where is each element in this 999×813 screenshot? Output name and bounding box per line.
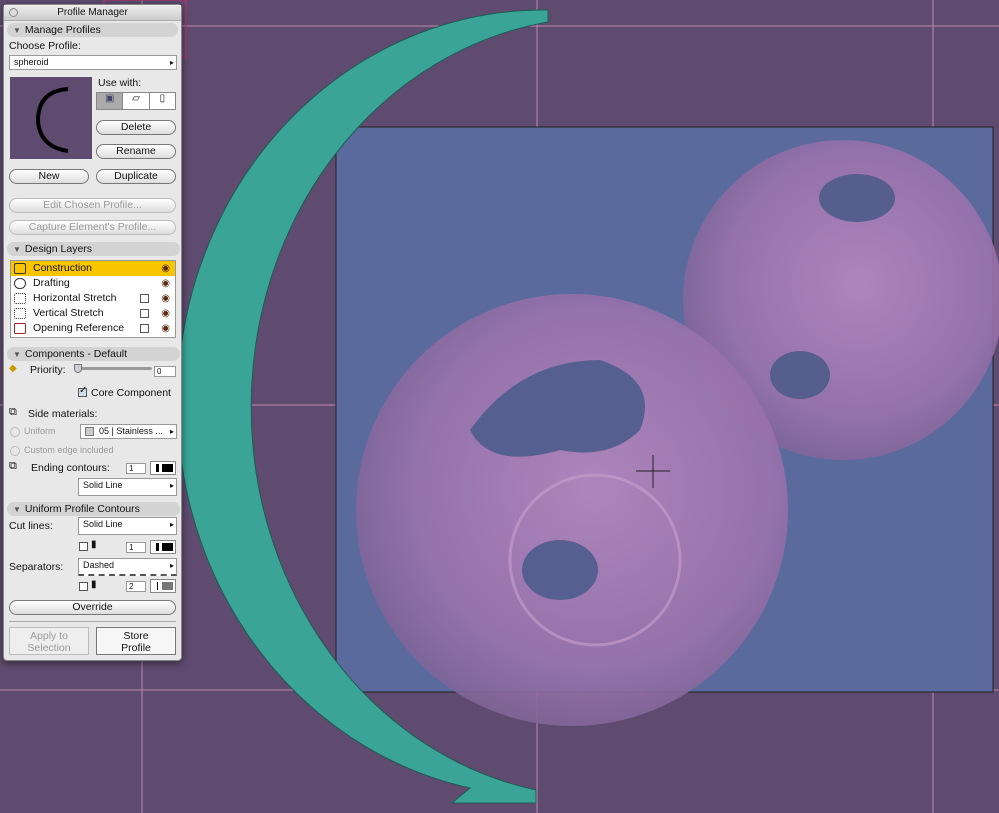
eye-icon[interactable]: ◉ [161,306,170,321]
store-profile-button[interactable]: Store Profile [96,627,176,655]
layer-drafting[interactable]: Drafting ◉ [11,276,175,291]
layers-list: Construction ◉ Drafting ◉ Horizontal Stret… [10,260,176,338]
disclosure-icon: ▼ [13,245,21,254]
layer-label: Construction [33,262,92,274]
layer-label: Vertical Stretch [33,307,104,319]
separator-line-weight[interactable] [150,579,176,593]
override-button[interactable]: Override [9,600,176,615]
side-materials-label: Side materials: [28,408,98,420]
layer-vertical-stretch[interactable]: Vertical Stretch ◉ [11,306,175,321]
section-design-layers[interactable]: ▼ Design Layers [7,242,180,256]
edit-profile-button[interactable]: Edit Chosen Profile... [9,198,176,213]
duplicate-button[interactable]: Duplicate [96,169,176,184]
rename-button[interactable]: Rename [96,144,176,159]
ending-line-select[interactable]: Solid Line [78,478,177,496]
pen-icon: ▮ [91,539,97,550]
section-title: Components - Default [24,348,128,360]
side-materials-icon: ⧉ [9,406,17,418]
section-title: Design Layers [24,243,93,255]
use-with-column-button[interactable]: ▯ [149,93,175,109]
eye-icon[interactable]: ◉ [161,276,170,291]
material-value: 05 | Stainless ... [99,426,163,436]
cut-fill-icon [79,542,88,551]
delete-button[interactable]: Delete [96,120,176,135]
layer-horizontal-stretch[interactable]: Horizontal Stretch ◉ [11,291,175,306]
vertical-stretch-icon [14,308,26,319]
ending-contours-icon: ⧉ [9,460,17,472]
use-with-wall-button[interactable]: ▣ [97,93,124,109]
material-select[interactable]: 05 | Stainless ... [80,424,177,439]
layer-label: Drafting [33,277,70,289]
section-uniform-contours[interactable]: ▼ Uniform Profile Contours [7,502,180,516]
layer-opening-reference[interactable]: Opening Reference ◉ [11,321,175,336]
construction-icon [14,263,26,274]
core-component-label: Core Component [91,387,171,399]
eye-icon[interactable]: ◉ [161,321,170,336]
custom-edge-label: Custom edge included [24,445,114,455]
apply-to-selection-button[interactable]: Apply to Selection [9,627,89,655]
disclosure-icon: ▼ [13,505,21,514]
separators-label: Separators: [9,561,64,573]
section-title: Manage Profiles [24,24,101,36]
checkbox[interactable] [140,294,149,303]
checkbox[interactable] [140,324,149,333]
new-button[interactable]: New [9,169,89,184]
cut-line-select[interactable]: Solid Line [78,517,177,535]
section-components[interactable]: ▼ Components - Default [7,347,180,361]
choose-profile-label: Choose Profile: [9,40,81,52]
profile-select[interactable]: spheroid [9,55,177,70]
window-title: Profile Manager [57,7,128,18]
separator-line-select[interactable]: Dashed [78,558,177,576]
uniform-radio[interactable] [10,427,20,437]
checkbox[interactable] [140,309,149,318]
cut-pen-input[interactable]: 1 [126,542,146,553]
close-button[interactable] [9,8,18,17]
layer-label: Opening Reference [33,322,125,334]
section-manage-profiles[interactable]: ▼ Manage Profiles [7,23,178,37]
drafting-icon [14,278,26,289]
priority-icon: ◆ [9,363,17,374]
separator-fill-icon [79,582,88,591]
cut-lines-label: Cut lines: [9,520,53,532]
priority-label: Priority: [30,364,66,376]
core-component-checkbox[interactable]: ✓ [78,385,87,397]
ending-contours-label: Ending contours: [31,462,110,474]
custom-edge-radio[interactable] [10,446,20,456]
capture-profile-button[interactable]: Capture Element's Profile... [9,220,176,235]
section-title: Uniform Profile Contours [24,503,140,515]
layer-construction[interactable]: Construction ◉ [11,261,175,276]
profile-manager-panel: Profile Manager ▼ Manage Profiles Choose … [3,4,182,661]
disclosure-icon: ▼ [13,26,21,35]
disclosure-icon: ▼ [13,350,21,359]
title-bar[interactable]: Profile Manager [4,5,181,21]
cut-line-weight[interactable] [150,540,176,554]
horizontal-stretch-icon [14,293,26,304]
profile-preview [10,77,92,159]
separator-pen-input[interactable]: 2 [126,581,146,592]
pen-icon: ▮ [91,579,97,590]
priority-input[interactable]: 0 [154,366,176,377]
use-with-beam-button[interactable]: ▱ [123,93,150,109]
eye-icon[interactable]: ◉ [161,261,170,276]
priority-slider[interactable] [74,364,152,373]
use-with-label: Use with: [98,77,142,89]
sphere-front [356,294,788,726]
ending-pen-input[interactable]: 1 [126,463,146,474]
opening-reference-icon [14,323,26,334]
uniform-label: Uniform [24,426,56,436]
ending-line-weight[interactable] [150,461,176,475]
layer-label: Horizontal Stretch [33,292,117,304]
eye-icon[interactable]: ◉ [161,291,170,306]
